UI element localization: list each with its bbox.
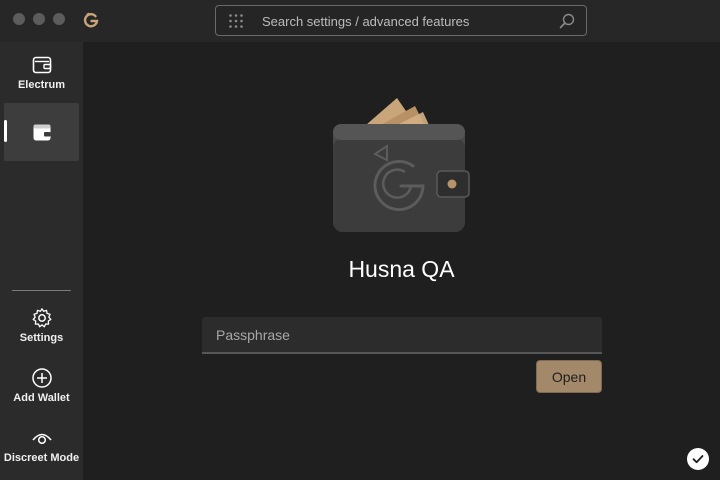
plus-circle-icon xyxy=(31,368,52,388)
sidebar-item-wallet-icon-wrap xyxy=(0,122,83,144)
passphrase-input[interactable] xyxy=(202,317,602,354)
app-window: Search settings / advanced features Elec… xyxy=(0,0,720,480)
sidebar-item-label: Settings xyxy=(19,332,64,344)
sidebar-item-electrum[interactable]: Electrum xyxy=(0,54,83,91)
wallet-icon xyxy=(32,56,51,74)
open-wallet-button[interactable]: Open xyxy=(536,360,602,393)
wallet-name-title: Husna QA xyxy=(348,256,455,282)
sidebar-divider xyxy=(12,290,71,291)
eye-icon xyxy=(31,433,52,445)
sidebar-item-label: Add Wallet xyxy=(13,392,70,404)
main-panel: Husna QA Open xyxy=(83,42,720,480)
wallet-illustration-icon xyxy=(333,98,470,232)
sidebar-item-label: Discreet Mode xyxy=(3,452,80,464)
sidebar-item-discreet-mode[interactable]: Discreet Mode xyxy=(0,427,83,464)
grid-icon[interactable] xyxy=(228,13,244,29)
status-indicator[interactable] xyxy=(687,448,709,470)
sidebar: Electrum Settings Add Wallet Discreet Mo… xyxy=(0,42,83,480)
title-bar: Search settings / advanced features xyxy=(0,0,720,42)
sidebar-item-label: Electrum xyxy=(17,79,66,91)
search-input[interactable]: Search settings / advanced features xyxy=(262,14,469,29)
search-icon[interactable] xyxy=(558,12,576,30)
settings-search[interactable]: Search settings / advanced features xyxy=(215,5,587,36)
sidebar-item-add-wallet[interactable]: Add Wallet xyxy=(0,367,83,404)
window-close-button[interactable] xyxy=(13,13,25,25)
checkmark-icon xyxy=(692,455,704,464)
gear-icon xyxy=(32,308,51,328)
window-minimize-button[interactable] xyxy=(33,13,45,25)
wallet-filled-icon xyxy=(33,124,50,141)
sidebar-item-settings[interactable]: Settings xyxy=(0,307,83,344)
app-logo-icon xyxy=(83,12,99,28)
window-maximize-button[interactable] xyxy=(53,13,65,25)
